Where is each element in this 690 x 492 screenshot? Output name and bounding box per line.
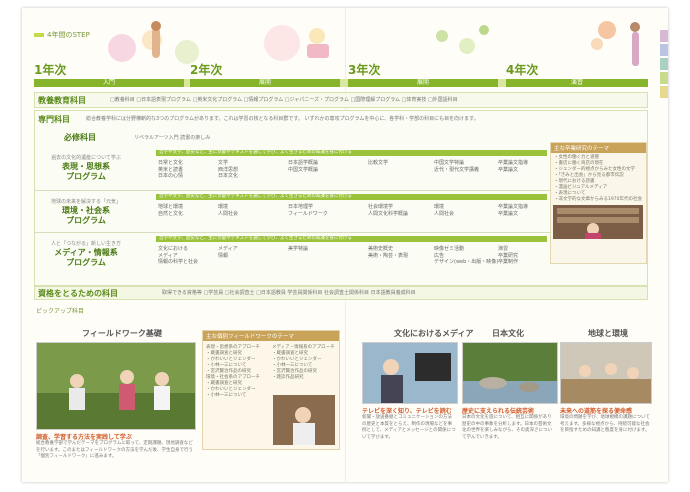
program-2-col-6: 卒業論文指導 卒業論文 [498,204,529,217]
program-2-col-5: 環境 人間社会 [434,204,455,217]
leaf-illustration [436,25,489,54]
qualification-label: 資格をとるための科目 [38,289,118,298]
program-2-col-1: 地球と環境 自然と文化 [158,204,184,217]
program-3-intro: 人と「つながる」新しい生き方 [50,241,121,247]
program-3-col-4: 美術史概史 美術・陶芸・表現 [368,246,409,259]
qualification-items: 取得できる資格等 □学芸員 □社会調査士 □日本語教員 学芸員関係科目 社会調査… [162,290,416,296]
program-1-ribbon: 哲学や文学、歴史など、主に文献やテキストを通して学び、よく生きるための知識を身に… [156,150,547,156]
program-2-col-4: 社会環境学 人間文化科学概論 [368,204,409,217]
program-3-ribbon: 哲学や文学、歴史など、主に文献やテキストを通して学び、よく生きるための知識を身に… [156,236,547,242]
pickup-label: ピックアップ科目 [36,308,85,315]
stage-2: 展開 [190,79,340,87]
fieldwork-body: 総合教養学部で学んだテーマをプログラムに取って、定期課題。現地調査などを行います… [36,441,193,459]
media-title: 文化におけるメディア [394,329,474,338]
girl-illustration [264,25,329,61]
fieldwork-title: フィールドワーク基礎 [82,329,162,338]
program-1-col-1: 日常と文化 英米と読書 日本の心情 [158,160,184,179]
earth-title: 地球と環境 [588,329,628,338]
earth-body: 環境の問題を学び、地球規模の課題について考えます。多様な視点から、持続可能な社会… [560,415,650,433]
year-2: 2年次 [190,63,223,77]
year-3: 3年次 [348,63,381,77]
year-1: 1年次 [34,63,67,77]
program-2-name: 環境・社会系 プログラム [62,206,110,225]
stage-4: 演習 [506,79,648,87]
media-photo [362,342,458,404]
common-education-label: 教養教育科目 [38,96,86,105]
library-photo [553,205,643,239]
graduation-theme-box: 主な卒業研究のテーマ ・女性の働く力と道徳 ・書店に働く商店の現在 ・ジェンダー… [550,142,647,264]
program-3-name: メディア・情報系 プログラム [54,248,118,267]
fieldwork-photo [36,342,196,430]
program-3-col-5: 映像ゼミ活動 広告 デザイン(web・出版・映像) [434,246,499,265]
fieldwork-theme-box: 主な個別フィールドワークのテーマ 表現・思想系のアプローチ ・蔵書調査と研究 ・… [202,330,340,450]
program-3-col-1: 文化における メディア 情報の科学と社会 [158,246,199,265]
japan-caption: 歴史に支えられる伝統芸術 [462,408,535,415]
graduation-theme-title: 主な卒業研究のテーマ [551,143,646,153]
classroom-photo [560,342,652,404]
year-4: 4年次 [506,63,539,77]
index-tab-5 [660,86,668,98]
step-label: 4年間のSTEP [34,30,90,40]
required-items: リベラルアーツ入門 読書の楽しみ [134,135,211,141]
garden-photo [462,342,558,404]
student-photo [273,395,335,445]
program-3-col-3: 美学特論 [288,246,309,252]
stage-1: 入門 [34,79,184,87]
fieldwork-theme-right: メディア・情報系のアプローチ ・蔵書調査と研究 ・かわいいとジェンダー ・小林一… [272,345,335,380]
required-label: 必修科目 [64,133,96,142]
stage-3: 展開 [348,79,498,87]
graduation-theme-list: ・女性の働く力と道徳 ・書店に働く商店の現在 ・ジェンダー的視点からみた女性の文… [554,155,642,202]
program-1-col-4: 比較文学 [368,160,389,166]
program-1-col-5: 中国文学特論 近代・現代文学講義 [434,160,480,173]
program-1-col-2: 文学 西洋思想 日本文化 [218,160,239,179]
program-1-intro: 過去の文化的遺産について学ぶ [51,155,121,161]
program-1-col-3: 日本語学概論 中国文学概論 [288,160,319,173]
common-education-items: □教養科目 □日本語表現プログラム □英米文化プログラム □情報プログラム □ジ… [110,97,458,103]
media-body: 新聞・放送番組とコミュニケーションの方法の歴史と本質をとらえ、制作の現場などを事… [362,415,456,440]
index-tab-2 [660,44,668,56]
program-2-col-3: 日本地理学 フィールドワーク [288,204,328,217]
program-2-col-2: 環境 人間社会 [218,204,239,217]
fieldwork-theme-title: 主な個別フィールドワークのテーマ [203,331,339,341]
japan-title: 日本文化 [492,329,524,338]
index-tab-1 [660,30,668,42]
media-caption: テレビを深く知り、テレビを読む [362,408,452,415]
major-desc: 総合教養学科には分野横断的な3つのプログラムがあります。これは学習の核となる科目… [86,116,479,122]
fieldwork-caption: 調査、学習する方法を実践して学ぶ [36,434,132,441]
flower-girl-illustration [591,21,640,66]
brochure-spread: 4年間のSTEP 1年次 2年次 3年次 4年次 入門 展開 展開 演習 教養教… [22,8,668,482]
major-label: 専門科目 [38,115,70,124]
japan-body: 日本の文化を旅について、相互に関係があり歴史の中の事象を分析します。日本の芸術文… [462,415,552,440]
program-2-ribbon: 哲学や文学、歴史など、主に文献やテキストを通して学び、よく生きるための知識を身に… [156,194,547,200]
program-2-intro: 地球の未来を解決する「元気」 [50,199,121,205]
program-3-col-2: メディア 情報 [218,246,238,259]
program-1-col-6: 卒業論文指導 卒業論文 [498,160,529,173]
program-1-name: 表現・思想系 プログラム [62,162,110,181]
fieldwork-theme-left: 表現・思想系のアプローチ ・蔵書調査と研究 ・かわいいとジェンダー ・小林一三に… [206,345,260,398]
index-tab-4 [660,72,668,84]
earth-caption: 未来への道筋を探る便命感 [560,408,633,415]
program-3-col-6: 演習 卒業研究 卒業制作 [498,246,519,265]
index-tab-3 [660,58,668,70]
